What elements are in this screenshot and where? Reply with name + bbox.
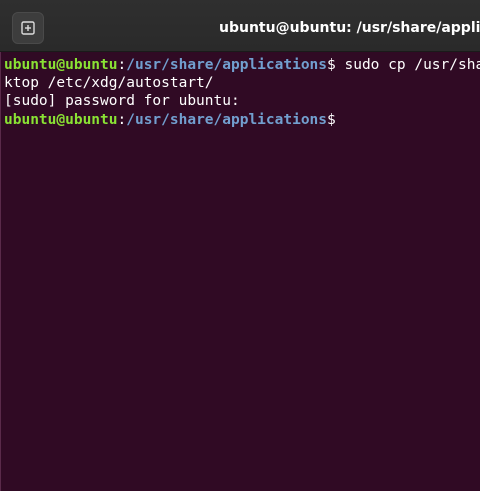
new-tab-icon	[21, 21, 35, 35]
prompt-path: /usr/share/applications	[126, 112, 328, 128]
prompt-colon: :	[117, 57, 127, 73]
terminal-line: ubuntu@ubuntu:/usr/share/applications$	[4, 110, 345, 129]
prompt-user-host: ubuntu@ubuntu	[4, 57, 118, 73]
terminal-window: ubuntu@ubuntu: /usr/share/applications u…	[0, 0, 480, 491]
prompt-user-host: ubuntu@ubuntu	[4, 112, 118, 128]
terminal-line: ktop /etc/xdg/autostart/	[4, 74, 214, 92]
prompt-path: /usr/share/applications	[126, 57, 328, 73]
terminal-line: ubuntu@ubuntu:/usr/share/applications$ s…	[4, 56, 480, 74]
sudo-password-prompt: [sudo] password for ubuntu:	[4, 93, 240, 109]
terminal-output[interactable]: ubuntu@ubuntu:/usr/share/applications$ s…	[0, 52, 480, 491]
prompt-colon: :	[117, 112, 127, 128]
prompt-symbol: $	[327, 57, 336, 73]
title-bar[interactable]: ubuntu@ubuntu: /usr/share/applications	[0, 0, 480, 52]
text-cursor	[336, 110, 345, 127]
window-title: ubuntu@ubuntu: /usr/share/applications	[219, 20, 480, 36]
output-text: ktop /etc/xdg/autostart/	[4, 75, 214, 91]
prompt-symbol: $	[327, 112, 336, 128]
window-border	[0, 52, 1, 491]
terminal-line: [sudo] password for ubuntu:	[4, 92, 240, 110]
new-tab-button[interactable]	[12, 12, 44, 44]
command-text: sudo cp /usr/share/applications/	[344, 57, 480, 73]
